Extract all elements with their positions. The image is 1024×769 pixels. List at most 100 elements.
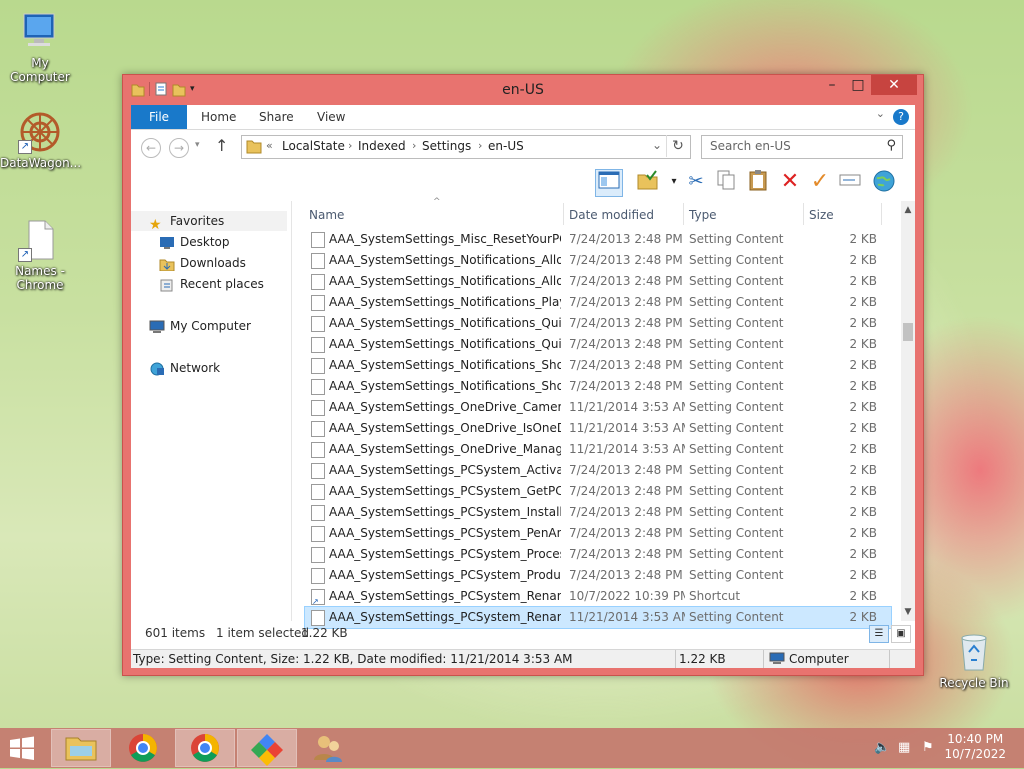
preview-pane-button[interactable] — [595, 169, 623, 197]
file-date: 7/24/2013 2:48 PM — [569, 463, 683, 477]
desktop-icon-names-chrome[interactable]: ↗ Names - Chrome — [0, 218, 80, 292]
file-row[interactable]: AAA_SystemSettings_PCSystem_Activate... 7… — [305, 460, 891, 481]
desktop-icon-datawagon[interactable]: ↗ DataWagon... — [0, 110, 81, 170]
file-type: Shortcut — [689, 589, 741, 603]
overflow-crumbs[interactable]: « — [266, 139, 273, 152]
copy-icon[interactable] — [713, 169, 739, 195]
crumb-indexed[interactable]: Indexed — [358, 139, 406, 153]
collapse-ribbon-icon[interactable]: ⌄ — [876, 107, 885, 120]
action-center-icon[interactable]: ⚑ — [922, 740, 934, 755]
file-row[interactable]: AAA_SystemSettings_PCSystem_Process... 7/… — [305, 544, 891, 565]
rename-icon[interactable] — [837, 169, 863, 195]
maximize-button[interactable]: □ — [845, 75, 871, 95]
rename-check-icon[interactable]: ✓ — [807, 169, 833, 195]
file-row[interactable]: AAA_SystemSettings_Notifications_Quiet..… — [305, 334, 891, 355]
file-type: Setting Content — [689, 547, 784, 561]
clock[interactable]: 10:40 PM 10/7/2022 — [944, 732, 1006, 762]
column-header-type[interactable]: Type — [689, 205, 717, 225]
nav-my-computer[interactable]: My Computer — [149, 316, 251, 336]
taskbar-users-app[interactable] — [300, 730, 358, 766]
minimize-button[interactable]: – — [819, 75, 845, 95]
network-status-icon[interactable]: ▦ — [898, 740, 910, 755]
taskbar-file-explorer[interactable] — [51, 729, 111, 767]
computer-icon — [18, 10, 62, 54]
file-row[interactable]: AAA_SystemSettings_PCSystem_Rename... 10/… — [305, 586, 891, 607]
file-row[interactable]: AAA_SystemSettings_Notifications_Allow..… — [305, 271, 891, 292]
forward-button[interactable]: → — [169, 138, 189, 158]
file-row[interactable]: AAA_SystemSettings_PCSystem_PenAnd... 7/2… — [305, 523, 891, 544]
address-bar[interactable]: « LocalState › Indexed › Settings › en-U… — [241, 135, 691, 159]
vertical-scrollbar[interactable]: ▲ ▼ — [901, 201, 915, 621]
taskbar-chrome[interactable] — [114, 730, 172, 766]
file-type: Setting Content — [689, 316, 784, 330]
scroll-thumb[interactable] — [903, 323, 913, 341]
file-name: AAA_SystemSettings_PCSystem_Process... — [329, 547, 561, 561]
crumb-en-us[interactable]: en-US — [488, 139, 524, 153]
large-icons-view-icon[interactable]: ▣ — [891, 625, 911, 643]
taskbar-chrome-2[interactable] — [175, 729, 235, 767]
tab-share[interactable]: Share — [259, 105, 294, 129]
file-size: 2 KB — [849, 568, 877, 582]
start-button[interactable] — [8, 736, 36, 760]
file-row[interactable]: AAA_SystemSettings_Notifications_Show...… — [305, 376, 891, 397]
crumb-localstate[interactable]: LocalState — [282, 139, 345, 153]
column-divider[interactable] — [563, 203, 564, 225]
tab-file[interactable]: File — [131, 105, 187, 129]
chevron-right-icon[interactable]: › — [478, 139, 482, 152]
delete-icon[interactable]: ✕ — [777, 169, 803, 195]
volume-muted-icon[interactable]: 🔈 — [874, 740, 890, 755]
file-icon — [311, 421, 325, 437]
column-header-name[interactable]: Name — [309, 205, 344, 225]
address-dropdown-icon[interactable]: ⌄ — [652, 138, 662, 152]
file-row[interactable]: AAA_SystemSettings_OneDrive_IsOneDri... 1… — [305, 418, 891, 439]
help-icon[interactable]: ? — [893, 109, 909, 125]
column-header-size[interactable]: Size — [809, 205, 834, 225]
nav-recent-places[interactable]: Recent places — [159, 274, 264, 294]
properties-button[interactable] — [635, 169, 661, 195]
column-divider[interactable] — [881, 203, 882, 225]
file-icon — [311, 232, 325, 248]
back-button[interactable]: ← — [141, 138, 161, 158]
refresh-button[interactable]: ↻ — [666, 135, 689, 157]
nav-downloads[interactable]: Downloads — [159, 253, 246, 273]
up-button[interactable]: ↑ — [215, 136, 228, 155]
chevron-right-icon[interactable]: › — [348, 139, 352, 152]
desktop-icon-my-computer[interactable]: My Computer — [0, 10, 80, 84]
chevron-right-icon[interactable]: › — [412, 139, 416, 152]
paste-icon[interactable] — [745, 169, 771, 195]
file-row[interactable]: AAA_SystemSettings_OneDrive_CameraR... 11… — [305, 397, 891, 418]
column-divider[interactable] — [683, 203, 684, 225]
cut-icon[interactable]: ✂ — [683, 169, 709, 195]
scroll-down-icon[interactable]: ▼ — [901, 605, 915, 619]
file-row[interactable]: AAA_SystemSettings_Notifications_Quiet..… — [305, 313, 891, 334]
desktop-icon-recycle-bin[interactable]: Recycle Bin — [934, 630, 1014, 690]
file-row[interactable]: AAA_SystemSettings_OneDrive_Manage... 11/… — [305, 439, 891, 460]
nav-favorites-label: Favorites — [170, 214, 225, 228]
column-divider[interactable] — [803, 203, 804, 225]
title-bar[interactable]: ▾ en-US – □ ✕ — [123, 75, 923, 105]
file-row[interactable]: AAA_SystemSettings_PCSystem_Installed...… — [305, 502, 891, 523]
file-name: AAA_SystemSettings_PCSystem_Activate... — [329, 463, 561, 477]
tab-view[interactable]: View — [317, 105, 345, 129]
nav-desktop[interactable]: Desktop — [159, 232, 230, 252]
file-row[interactable]: AAA_SystemSettings_PCSystem_GetPCN... 7/2… — [305, 481, 891, 502]
close-button[interactable]: ✕ — [871, 75, 917, 95]
file-row[interactable]: AAA_SystemSettings_Misc_ResetYourPC 7/24/… — [305, 229, 891, 250]
crumb-settings[interactable]: Settings — [422, 139, 471, 153]
file-row[interactable]: AAA_SystemSettings_Notifications_Allow..… — [305, 250, 891, 271]
nav-favorites[interactable]: ★ Favorites — [131, 211, 287, 233]
column-header-date[interactable]: Date modified — [569, 205, 654, 225]
details-view-icon[interactable]: ☰ — [869, 625, 889, 643]
file-size: 2 KB — [849, 547, 877, 561]
scroll-up-icon[interactable]: ▲ — [901, 203, 915, 217]
tab-home[interactable]: Home — [201, 105, 236, 129]
taskbar-app-colorful[interactable] — [237, 729, 297, 767]
file-row[interactable]: AAA_SystemSettings_Notifications_PlayS..… — [305, 292, 891, 313]
preview-pane-icon — [598, 171, 620, 189]
search-input[interactable]: Search en-US ⚲ — [701, 135, 903, 159]
file-row[interactable]: AAA_SystemSettings_PCSystem_ProductI... 7… — [305, 565, 891, 586]
globe-icon[interactable] — [871, 169, 897, 195]
nav-network[interactable]: Network — [149, 358, 220, 378]
recent-locations-icon[interactable]: ▾ — [195, 140, 200, 150]
file-row[interactable]: AAA_SystemSettings_Notifications_Show...… — [305, 355, 891, 376]
